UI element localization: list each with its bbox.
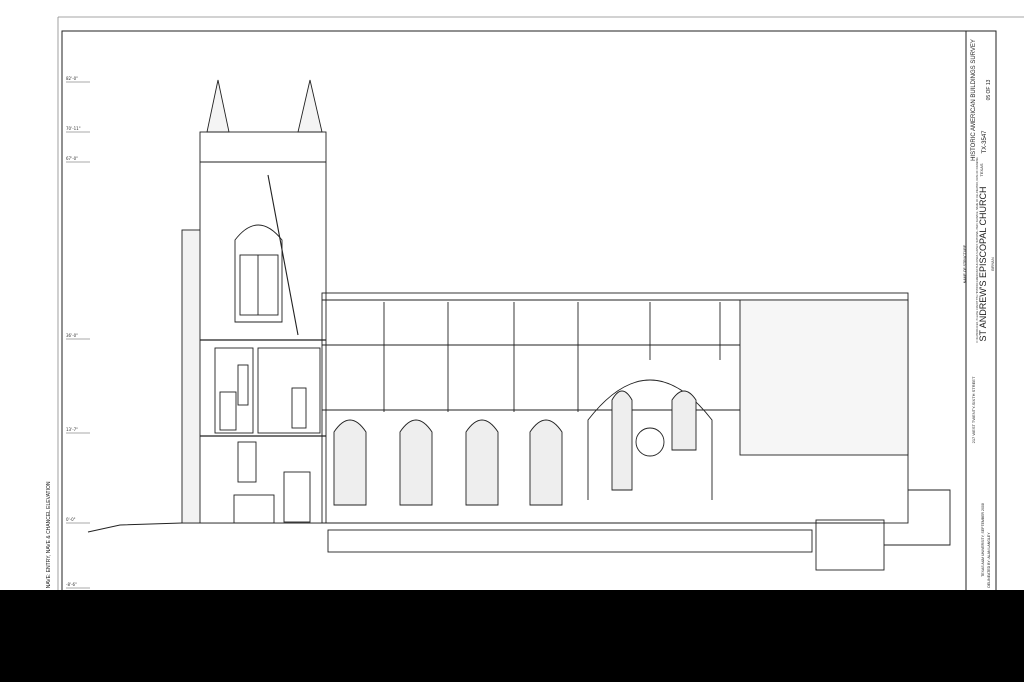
city-text: BRYAN (990, 257, 995, 271)
level-label: 13'-7" (66, 427, 78, 432)
chancel-arch (587, 379, 713, 500)
level-label: 82'-0" (66, 76, 78, 81)
bell-tower (181, 79, 327, 524)
title-block: ST ANDREW'S EPISCOPAL CHURCH BRYAN NAME … (963, 39, 995, 588)
ground-line (87, 522, 880, 533)
sheet-number-text: 05 OF 13 (986, 79, 992, 100)
drawing-sheet: 82'-0" 70'-11" 67'-0" 36'-0" 13'-7" 0'-0… (0, 0, 1024, 682)
delineator-text: DELINEATED BY: ALAN LANGLEY (987, 532, 991, 588)
survey-name-text: HISTORIC AMERICAN BUILDINGS SURVEY (971, 39, 977, 161)
roof-trusses (383, 302, 721, 412)
header-line-text: NAME OF STRUCTURE (963, 244, 967, 283)
church-section-drawing: 82'-0" 70'-11" 67'-0" 36'-0" 13'-7" 0'-0… (46, 16, 1024, 638)
disclaimer-text: IF REPRODUCED, PLEASE CREDIT THE HISTORI… (976, 157, 979, 342)
level-label: 67'-0" (66, 156, 78, 161)
level-label: 36'-0" (66, 333, 78, 338)
stained-glass-windows (333, 419, 563, 506)
survey-number-text: TX-3547 (982, 130, 988, 154)
level-label: 70'-11" (66, 126, 81, 131)
church-name-text: ST ANDREW'S EPISCOPAL CHURCH (978, 186, 988, 341)
level-label: 0'-0" (66, 517, 76, 522)
address-text: 217 WEST TWENTY-SIXTH STREET (971, 376, 976, 443)
state-text: TEXAS (979, 163, 984, 176)
level-label: -8'-6" (66, 582, 77, 587)
date-line-text: TEXAS A&M UNIVERSITY, SEPTEMBER 2008 (981, 503, 985, 577)
bottom-black-bar (0, 590, 1024, 682)
